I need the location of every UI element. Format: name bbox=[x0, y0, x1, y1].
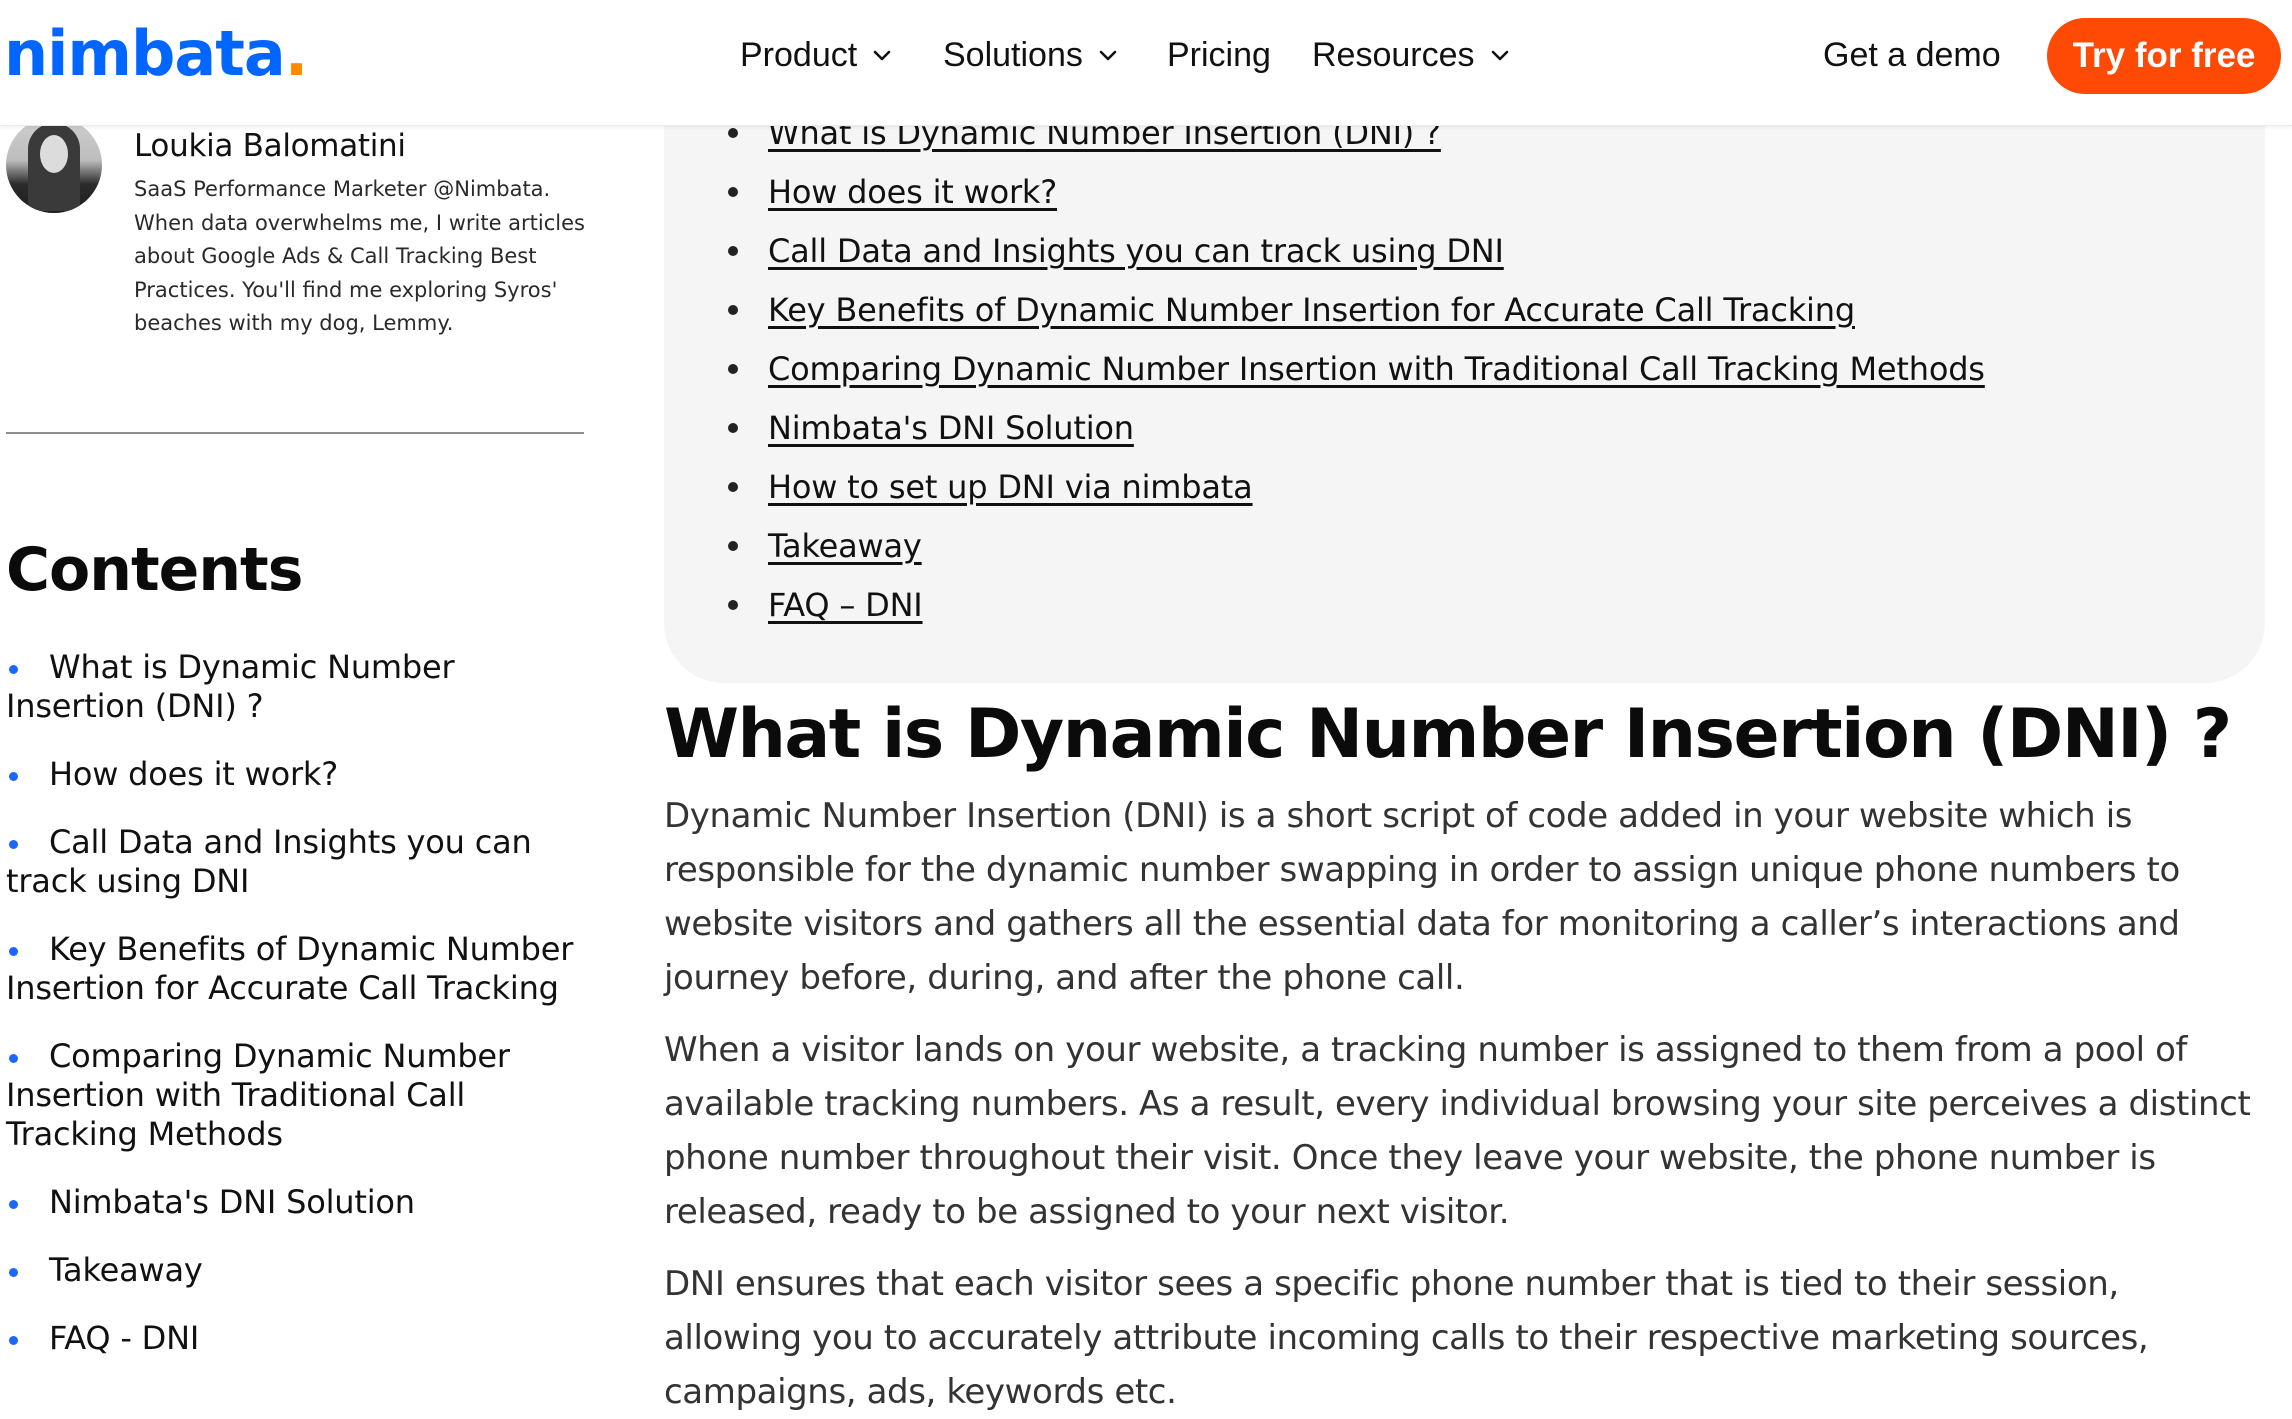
sidebar-toc-label: Call Data and Insights you can track usi… bbox=[6, 823, 532, 900]
sidebar-toc-label: How does it work? bbox=[49, 755, 339, 793]
bullet-icon bbox=[9, 1200, 18, 1209]
chevron-down-icon bbox=[873, 50, 891, 61]
article-paragraph: DNI ensures that each visitor sees a spe… bbox=[664, 1264, 2149, 1412]
nav-label: Pricing bbox=[1167, 36, 1271, 74]
avatar-face bbox=[40, 135, 68, 173]
sidebar-toc-item[interactable]: Comparing Dynamic Number Insertion with … bbox=[6, 1037, 596, 1154]
sidebar-toc-item[interactable]: Takeaway bbox=[6, 1251, 596, 1290]
sidebar-toc-label: Comparing Dynamic Number Insertion with … bbox=[6, 1037, 510, 1153]
toc-link-faq[interactable]: FAQ – DNI bbox=[768, 580, 923, 630]
bullet-icon bbox=[9, 1336, 18, 1345]
nav-product[interactable]: Product bbox=[740, 30, 893, 80]
bullet-icon bbox=[9, 840, 18, 849]
author-bio: SaaS Performance Marketer @Nimbata. When… bbox=[134, 177, 585, 335]
nimbata-logo[interactable]: nimbata. bbox=[4, 14, 309, 94]
logo-dot: . bbox=[284, 17, 309, 90]
toc-link-takeaway[interactable]: Takeaway bbox=[768, 521, 922, 571]
author-avatar bbox=[6, 117, 102, 213]
bullet-icon bbox=[728, 187, 738, 197]
sidebar-toc-label: Takeaway bbox=[49, 1251, 203, 1289]
sidebar-divider bbox=[6, 432, 584, 434]
sidebar-toc: What is Dynamic Number Insertion (DNI) ?… bbox=[6, 648, 596, 1387]
nav-label: Resources bbox=[1312, 36, 1475, 74]
bullet-icon bbox=[728, 128, 738, 138]
toc-link-how-does-it-work[interactable]: How does it work? bbox=[768, 167, 1057, 217]
bullet-icon bbox=[728, 423, 738, 433]
toc-link-nimbata-solution[interactable]: Nimbata's DNI Solution bbox=[768, 403, 1134, 453]
bullet-icon bbox=[728, 600, 738, 610]
chevron-down-icon bbox=[1099, 50, 1117, 61]
nav-pricing[interactable]: Pricing bbox=[1167, 30, 1271, 80]
bullet-icon bbox=[9, 1054, 18, 1063]
sidebar-toc-item[interactable]: What is Dynamic Number Insertion (DNI) ? bbox=[6, 648, 596, 726]
sidebar-toc-label: Nimbata's DNI Solution bbox=[49, 1183, 415, 1221]
toc-link-key-benefits[interactable]: Key Benefits of Dynamic Number Insertion… bbox=[768, 285, 1855, 335]
nav-resources[interactable]: Resources bbox=[1312, 30, 1511, 80]
bullet-icon bbox=[728, 246, 738, 256]
article-paragraph: Dynamic Number Insertion (DNI) is a shor… bbox=[664, 796, 2180, 998]
sidebar-toc-item[interactable]: Call Data and Insights you can track usi… bbox=[6, 823, 596, 901]
site-header: nimbata. Product Solutions Pricing Resou… bbox=[0, 0, 2292, 126]
sidebar-toc-label: FAQ - DNI bbox=[49, 1319, 200, 1357]
bullet-icon bbox=[9, 772, 18, 781]
try-for-free-button[interactable]: Try for free bbox=[2047, 18, 2281, 94]
bullet-icon bbox=[9, 665, 18, 674]
bullet-icon bbox=[9, 1268, 18, 1277]
sidebar-toc-item[interactable]: How does it work? bbox=[6, 755, 596, 794]
bullet-icon bbox=[9, 947, 18, 956]
toc-link-call-data[interactable]: Call Data and Insights you can track usi… bbox=[768, 226, 1504, 276]
bullet-icon bbox=[728, 482, 738, 492]
bullet-icon bbox=[728, 305, 738, 315]
toc-link-comparing[interactable]: Comparing Dynamic Number Insertion with … bbox=[768, 344, 1985, 394]
author-name: Loukia Balomatini bbox=[134, 128, 406, 164]
sidebar-toc-item[interactable]: Key Benefits of Dynamic Number Insertion… bbox=[6, 930, 596, 1008]
sidebar-toc-item[interactable]: FAQ - DNI bbox=[6, 1319, 596, 1358]
nav-label: Product bbox=[740, 36, 858, 74]
nav-solutions[interactable]: Solutions bbox=[943, 30, 1119, 80]
nav-label: Solutions bbox=[943, 36, 1083, 74]
contents-title: Contents bbox=[6, 535, 303, 605]
bullet-icon bbox=[728, 364, 738, 374]
sidebar-toc-item[interactable]: Nimbata's DNI Solution bbox=[6, 1183, 596, 1222]
chevron-down-icon bbox=[1491, 50, 1508, 61]
sidebar-toc-label: What is Dynamic Number Insertion (DNI) ? bbox=[6, 648, 455, 725]
sidebar-toc-label: Key Benefits of Dynamic Number Insertion… bbox=[6, 930, 574, 1007]
get-demo-link[interactable]: Get a demo bbox=[1823, 30, 2001, 80]
toc-link-setup[interactable]: How to set up DNI via nimbata bbox=[768, 462, 1253, 512]
article-heading: What is Dynamic Number Insertion (DNI) ? bbox=[664, 695, 2232, 774]
logo-text: nimbata bbox=[4, 17, 286, 90]
article-paragraph: When a visitor lands on your website, a … bbox=[664, 1030, 2251, 1232]
bullet-icon bbox=[728, 541, 738, 551]
